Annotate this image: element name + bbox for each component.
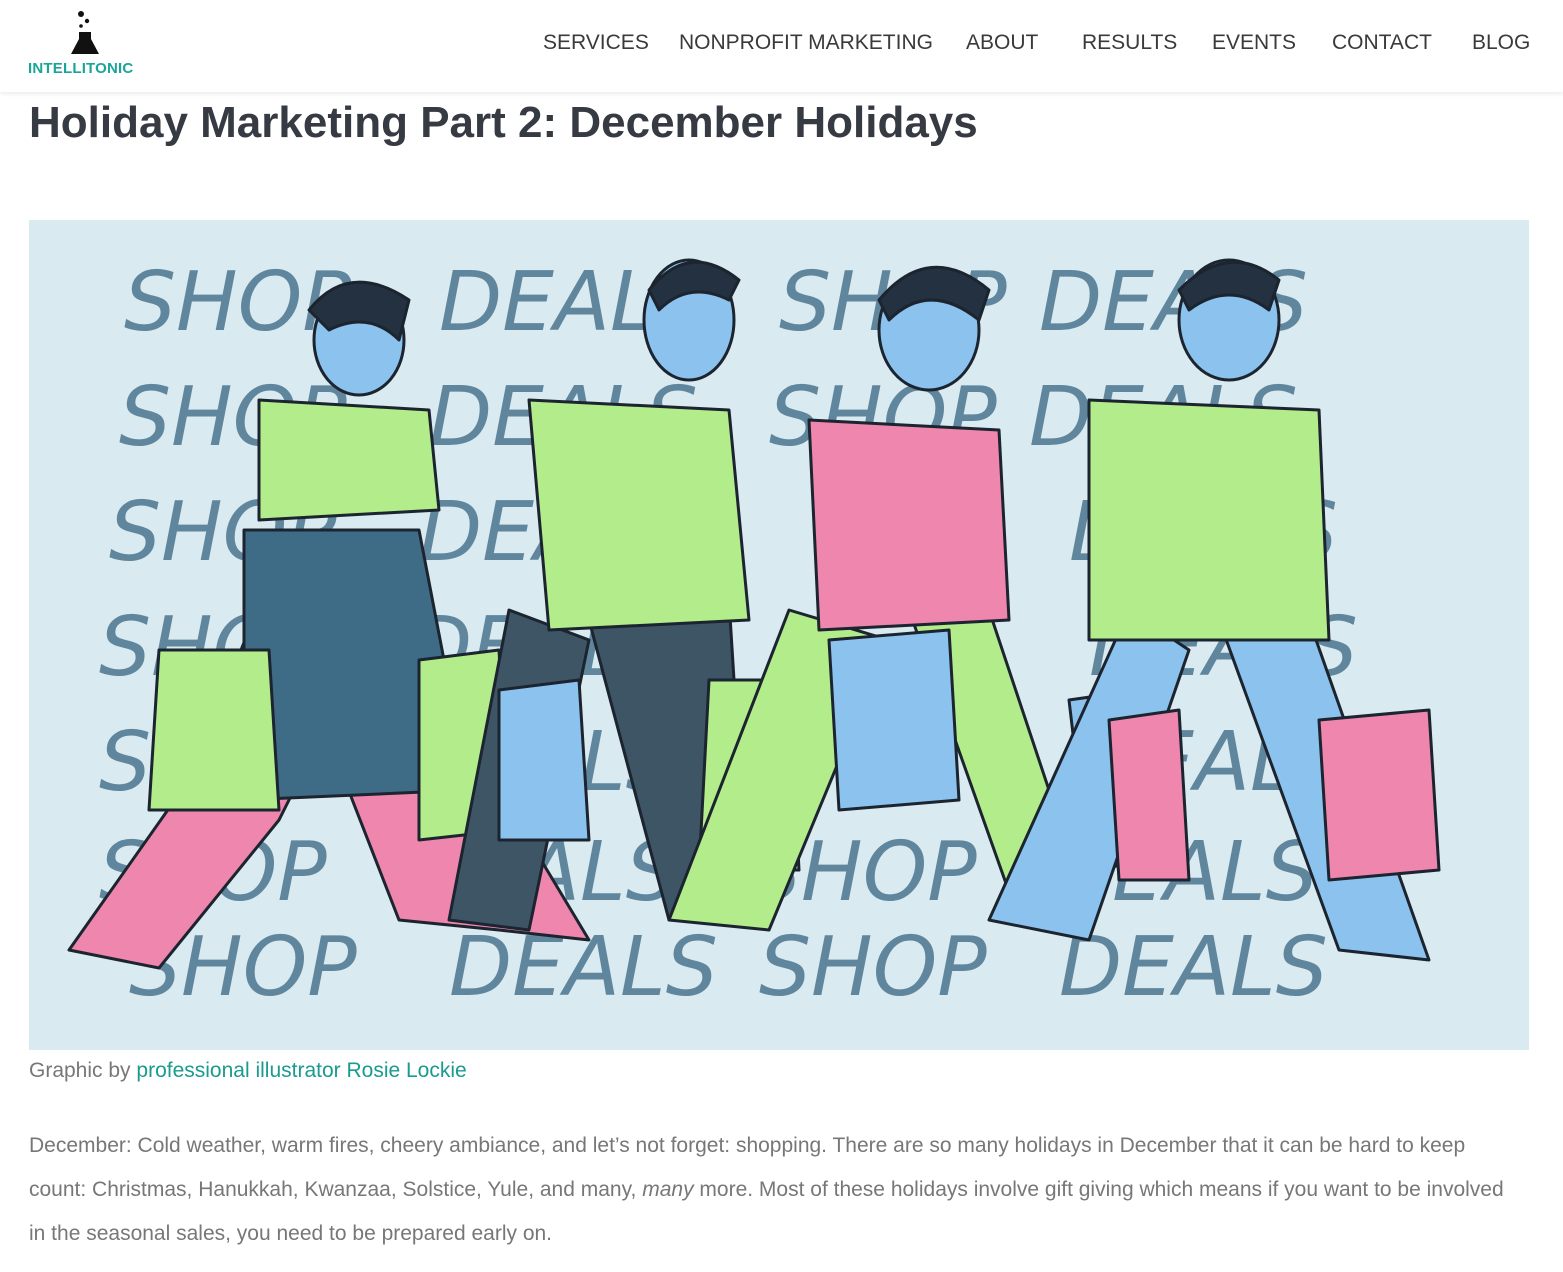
shopping-illustration: SHOP DEALS SHOP DEALS SHOP DEALS SHOP DE…	[29, 220, 1529, 1050]
nav-blog[interactable]: BLOG	[1472, 31, 1530, 55]
body-emphasis: many	[642, 1178, 694, 1201]
nav-results[interactable]: RESULTS	[1082, 31, 1177, 55]
nav-nonprofit-marketing[interactable]: NONPROFIT MARKETING	[679, 31, 933, 55]
nav-services[interactable]: SERVICES	[543, 31, 649, 55]
nav-events[interactable]: EVENTS	[1212, 31, 1296, 55]
shop-word: SHOP	[759, 920, 987, 1015]
hero-illustration: SHOP DEALS SHOP DEALS SHOP DEALS SHOP DE…	[29, 220, 1529, 1050]
image-caption: Graphic by professional illustrator Rosi…	[29, 1059, 467, 1083]
page-title: Holiday Marketing Part 2: December Holid…	[29, 98, 978, 147]
intro-paragraph: December: Cold weather, warm fires, chee…	[29, 1124, 1519, 1256]
nav-contact[interactable]: CONTACT	[1332, 31, 1432, 55]
nav-about[interactable]: ABOUT	[966, 31, 1038, 55]
site-header: INTELLITONIC SERVICES NONPROFIT MARKETIN…	[0, 0, 1563, 92]
logo-text: INTELLITONIC	[28, 60, 134, 77]
illustrator-link[interactable]: professional illustrator Rosie Lockie	[136, 1059, 466, 1082]
main-nav: SERVICES NONPROFIT MARKETING ABOUT RESUL…	[0, 31, 1563, 57]
caption-prefix: Graphic by	[29, 1059, 137, 1082]
deals-word: DEALS	[1059, 920, 1328, 1015]
